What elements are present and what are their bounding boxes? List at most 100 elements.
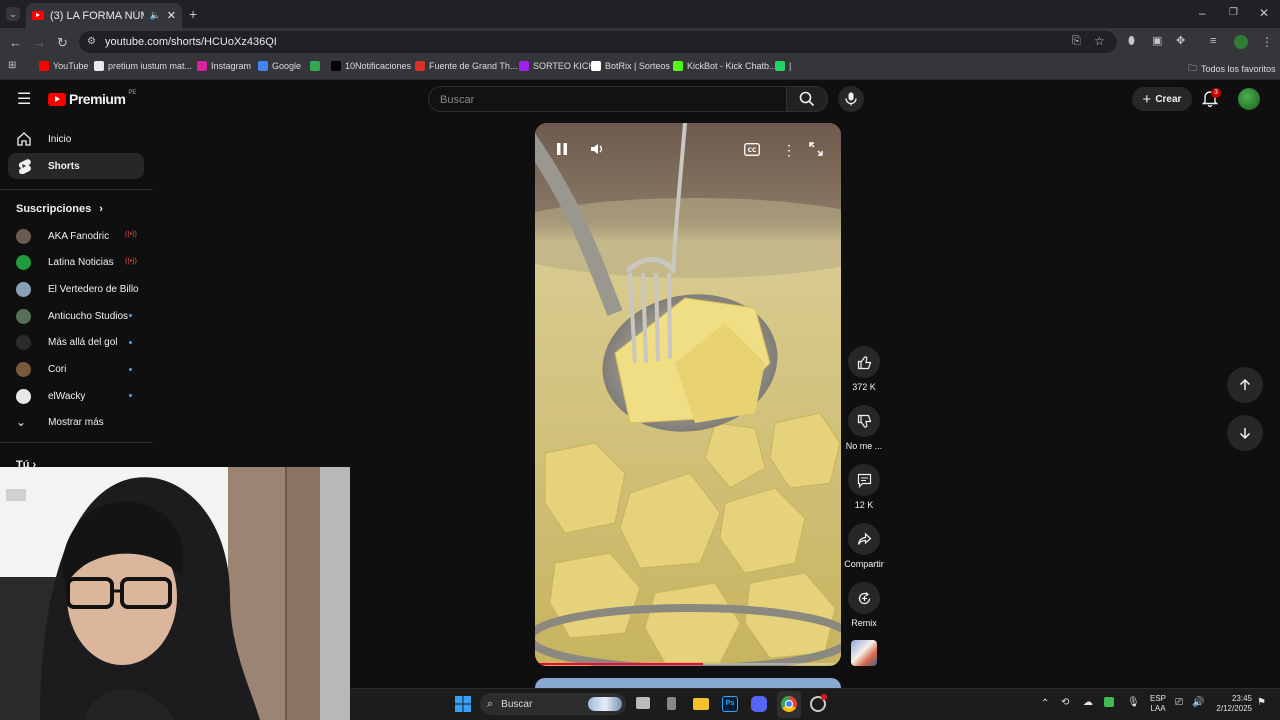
thumbs-up-icon (857, 355, 871, 369)
progress-track[interactable] (535, 663, 841, 665)
search-icon: ⌕ (487, 697, 494, 710)
subscription-item[interactable]: Latina Noticias (16, 255, 114, 271)
bookmark-favicon-icon (591, 61, 601, 71)
fullscreen-button[interactable] (809, 142, 823, 161)
back-icon[interactable]: ← (9, 36, 22, 49)
channel-avatar (16, 388, 31, 404)
menu-kebab-icon[interactable]: ⋮ (1261, 36, 1273, 48)
voice-search-button[interactable] (838, 86, 864, 112)
next-short-button[interactable] (1227, 415, 1263, 451)
notification-center-icon[interactable]: ⚑ (1257, 697, 1266, 708)
bookmark-item[interactable] (310, 61, 324, 71)
subscriptions-heading[interactable]: Suscripciones › (16, 203, 103, 215)
close-window-icon[interactable]: ✕ (1259, 7, 1269, 19)
bookmark-favicon-icon (519, 61, 529, 71)
subscription-item[interactable]: AKA Fanodric (16, 228, 109, 244)
bookmark-item[interactable]: Fuente de Grand Th... (415, 61, 517, 71)
sidebar-item-shorts[interactable]: Shorts (8, 153, 144, 179)
layout-code: LAA (1150, 704, 1166, 713)
search-input[interactable]: Buscar (428, 86, 786, 112)
logo-text: Premium (69, 91, 126, 107)
start-button[interactable] (455, 696, 471, 717)
subscription-item[interactable]: Cori (16, 362, 66, 378)
share-button[interactable] (848, 523, 880, 555)
account-avatar[interactable] (1238, 88, 1260, 110)
forward-icon[interactable]: → (33, 36, 46, 49)
minimize-icon[interactable]: – (1199, 7, 1206, 19)
profile-avatar[interactable] (1234, 35, 1248, 49)
apps-grid-icon[interactable]: ⊞ (8, 61, 16, 71)
subscription-item[interactable]: Anticucho Studios (16, 308, 128, 324)
tray-overflow-icon[interactable]: ⌃ (1041, 698, 1049, 709)
bookmark-item[interactable]: pretium iustum mat... (94, 61, 192, 71)
windows-logo-icon (455, 696, 471, 712)
channel-name: Anticucho Studios (48, 310, 129, 322)
tab-active[interactable]: (3) LA FORMA NÚMERO 10 🔈 ✕ (26, 3, 182, 28)
sidebar-item-inicio[interactable]: Inicio (8, 126, 144, 152)
previous-short-button[interactable] (1227, 367, 1263, 403)
chrome-taskbar-button[interactable] (777, 691, 801, 718)
app-icon[interactable] (667, 697, 676, 710)
volume-button[interactable] (590, 142, 604, 161)
svg-text:CC: CC (748, 147, 757, 154)
site-info-icon[interactable]: ⚙ (87, 37, 96, 47)
create-button[interactable]: + Crear (1132, 87, 1192, 111)
search-button[interactable] (786, 86, 828, 112)
tab-close-icon[interactable]: ✕ (167, 9, 176, 22)
bookmark-item[interactable]: YouTube (39, 61, 88, 71)
task-view-icon[interactable] (636, 697, 650, 709)
clock[interactable]: 23:45 2/12/2025 (1212, 694, 1252, 714)
sound-thumbnail[interactable] (851, 640, 877, 666)
bookmark-item[interactable]: Instagram (197, 61, 251, 71)
more-options-icon[interactable]: ⋮ (782, 142, 796, 159)
reload-icon[interactable]: ↻ (57, 36, 68, 49)
captions-button[interactable]: CC (744, 143, 760, 161)
speaker-icon[interactable]: 🔈 (150, 10, 161, 21)
bookmark-label: | (789, 61, 792, 71)
cloud-icon[interactable]: ☁ (1083, 697, 1093, 708)
volume-tray-icon[interactable]: 🔊 (1192, 697, 1204, 708)
bookmark-item[interactable]: BotRix | Sorteos (591, 61, 670, 71)
microphone-icon (845, 92, 857, 106)
bookmark-star-icon[interactable]: ☆ (1094, 35, 1105, 47)
subscription-item[interactable]: El Vertedero de Billo (16, 281, 139, 297)
sidebar-divider (0, 442, 153, 443)
show-more-button[interactable]: ⌄ Mostrar más (16, 414, 104, 430)
notifications-button[interactable]: 3 (1201, 88, 1221, 112)
pause-button[interactable] (555, 142, 569, 161)
photoshop-icon[interactable]: Ps (722, 696, 738, 712)
new-tab-icon[interactable]: + (189, 7, 197, 21)
subscription-item[interactable]: Más allá del gol (16, 335, 117, 351)
extension-2-icon[interactable]: ▣ (1152, 36, 1162, 47)
network-icon[interactable]: ⎚ (1175, 697, 1183, 708)
youtube-premium-logo[interactable]: Premium PE (48, 90, 136, 107)
tab-search-icon[interactable]: ⌄ (6, 7, 20, 21)
bookmark-item[interactable]: | (775, 61, 791, 71)
dislike-button[interactable] (848, 405, 880, 437)
remix-button[interactable] (848, 582, 880, 614)
app-icon-2[interactable] (810, 694, 827, 712)
taskbar-search[interactable]: ⌕ Buscar (480, 693, 626, 715)
subscription-item[interactable]: elWacky (16, 388, 85, 404)
bookmark-item[interactable]: KickBot - Kick Chatb... (673, 61, 777, 71)
all-bookmarks[interactable]: 🗀 Todos los favoritos (1188, 61, 1276, 77)
discord-icon[interactable] (751, 696, 767, 712)
install-app-icon[interactable]: ⎘ (1072, 36, 1081, 47)
extension-icon[interactable]: ⬮ (1128, 36, 1135, 47)
bookmark-item[interactable]: 10Notificaciones (331, 61, 411, 71)
comments-button[interactable] (848, 464, 880, 496)
like-button[interactable] (848, 346, 880, 378)
bookmark-item[interactable]: Google (258, 61, 301, 71)
short-video-player[interactable]: CC ⋮ (535, 123, 841, 666)
sync-icon[interactable]: ⟲ (1061, 697, 1069, 708)
language-indicator[interactable]: ESP LAA (1150, 694, 1166, 714)
app-tray-icon[interactable] (1104, 697, 1114, 707)
media-control-icon[interactable]: ≡ (1210, 36, 1216, 47)
mic-tray-icon[interactable]: 🎙 (1127, 697, 1140, 708)
hamburger-menu-icon[interactable]: ☰ (17, 92, 31, 108)
bookmark-item[interactable]: SORTEO KICK (519, 61, 594, 71)
dislike-label: No me ... (845, 441, 883, 451)
restore-icon[interactable]: ❐ (1229, 8, 1238, 18)
extensions-puzzle-icon[interactable]: ✥ (1176, 36, 1185, 47)
file-explorer-icon[interactable] (693, 698, 709, 710)
